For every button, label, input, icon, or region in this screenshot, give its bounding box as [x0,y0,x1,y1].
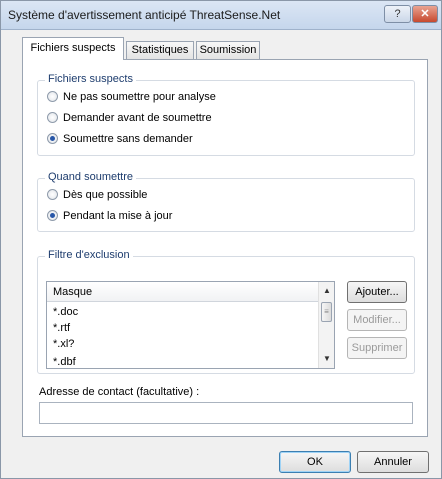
list-scrollbar[interactable]: ▲ ≡ ▼ [318,282,334,368]
radio-label: Dès que possible [63,189,148,201]
radio-label: Soumettre sans demander [63,133,193,145]
list-item[interactable]: *.dbf [53,354,76,368]
mask-column-header[interactable]: Masque [47,282,318,302]
delete-mask-button[interactable]: Supprimer [347,337,407,359]
radio-indicator [47,112,58,123]
tab-panel: Fichiers suspects Ne pas soumettre pour … [22,59,428,437]
contact-address-label: Adresse de contact (facultative) : [39,386,200,398]
suspect-files-legend: Fichiers suspects [45,73,136,85]
tab-statistiques[interactable]: Statistiques [126,41,194,59]
exclusion-mask-list[interactable]: Masque *.doc *.rtf *.xl? *.dbf ▲ ≡ ▼ [46,281,335,369]
help-button[interactable]: ? [384,5,411,23]
radio-indicator-selected [47,133,58,144]
scroll-down-icon[interactable]: ▼ [323,354,331,363]
radio-label: Pendant la mise à jour [63,210,173,222]
radio-indicator [47,189,58,200]
close-button[interactable]: ✕ [412,5,438,23]
close-icon: ✕ [420,8,430,20]
tab-soumission[interactable]: Soumission [196,41,260,59]
ok-button[interactable]: OK [279,451,351,473]
add-mask-button[interactable]: Ajouter... [347,281,407,303]
when-submit-group: Quand soumettre Dès que possible Pendant… [37,171,415,232]
contact-address-field[interactable] [39,402,413,424]
cancel-button[interactable]: Annuler [357,451,429,473]
window-title: Système d'avertissement anticipé ThreatS… [8,8,281,22]
list-item[interactable]: *.xl? [53,336,74,352]
when-submit-legend: Quand soumettre [45,171,136,183]
radio-label: Demander avant de soumettre [63,112,212,124]
radio-indicator [47,91,58,102]
list-item[interactable]: *.doc [53,304,78,320]
scroll-up-icon[interactable]: ▲ [323,286,331,295]
title-bar: Système d'avertissement anticipé ThreatS… [1,1,441,30]
tab-fichiers-suspects[interactable]: Fichiers suspects [22,37,124,60]
help-icon: ? [394,8,401,20]
exclusion-filter-legend: Filtre d'exclusion [45,249,133,261]
modify-mask-button[interactable]: Modifier... [347,309,407,331]
scroll-thumb[interactable]: ≡ [321,302,332,322]
radio-label: Ne pas soumettre pour analyse [63,91,216,103]
dialog-window: Système d'avertissement anticipé ThreatS… [0,0,442,479]
exclusion-filter-group: Filtre d'exclusion Masque *.doc *.rtf *.… [37,249,415,374]
suspect-files-group: Fichiers suspects Ne pas soumettre pour … [37,73,415,156]
radio-indicator-selected [47,210,58,221]
list-item[interactable]: *.rtf [53,320,70,336]
